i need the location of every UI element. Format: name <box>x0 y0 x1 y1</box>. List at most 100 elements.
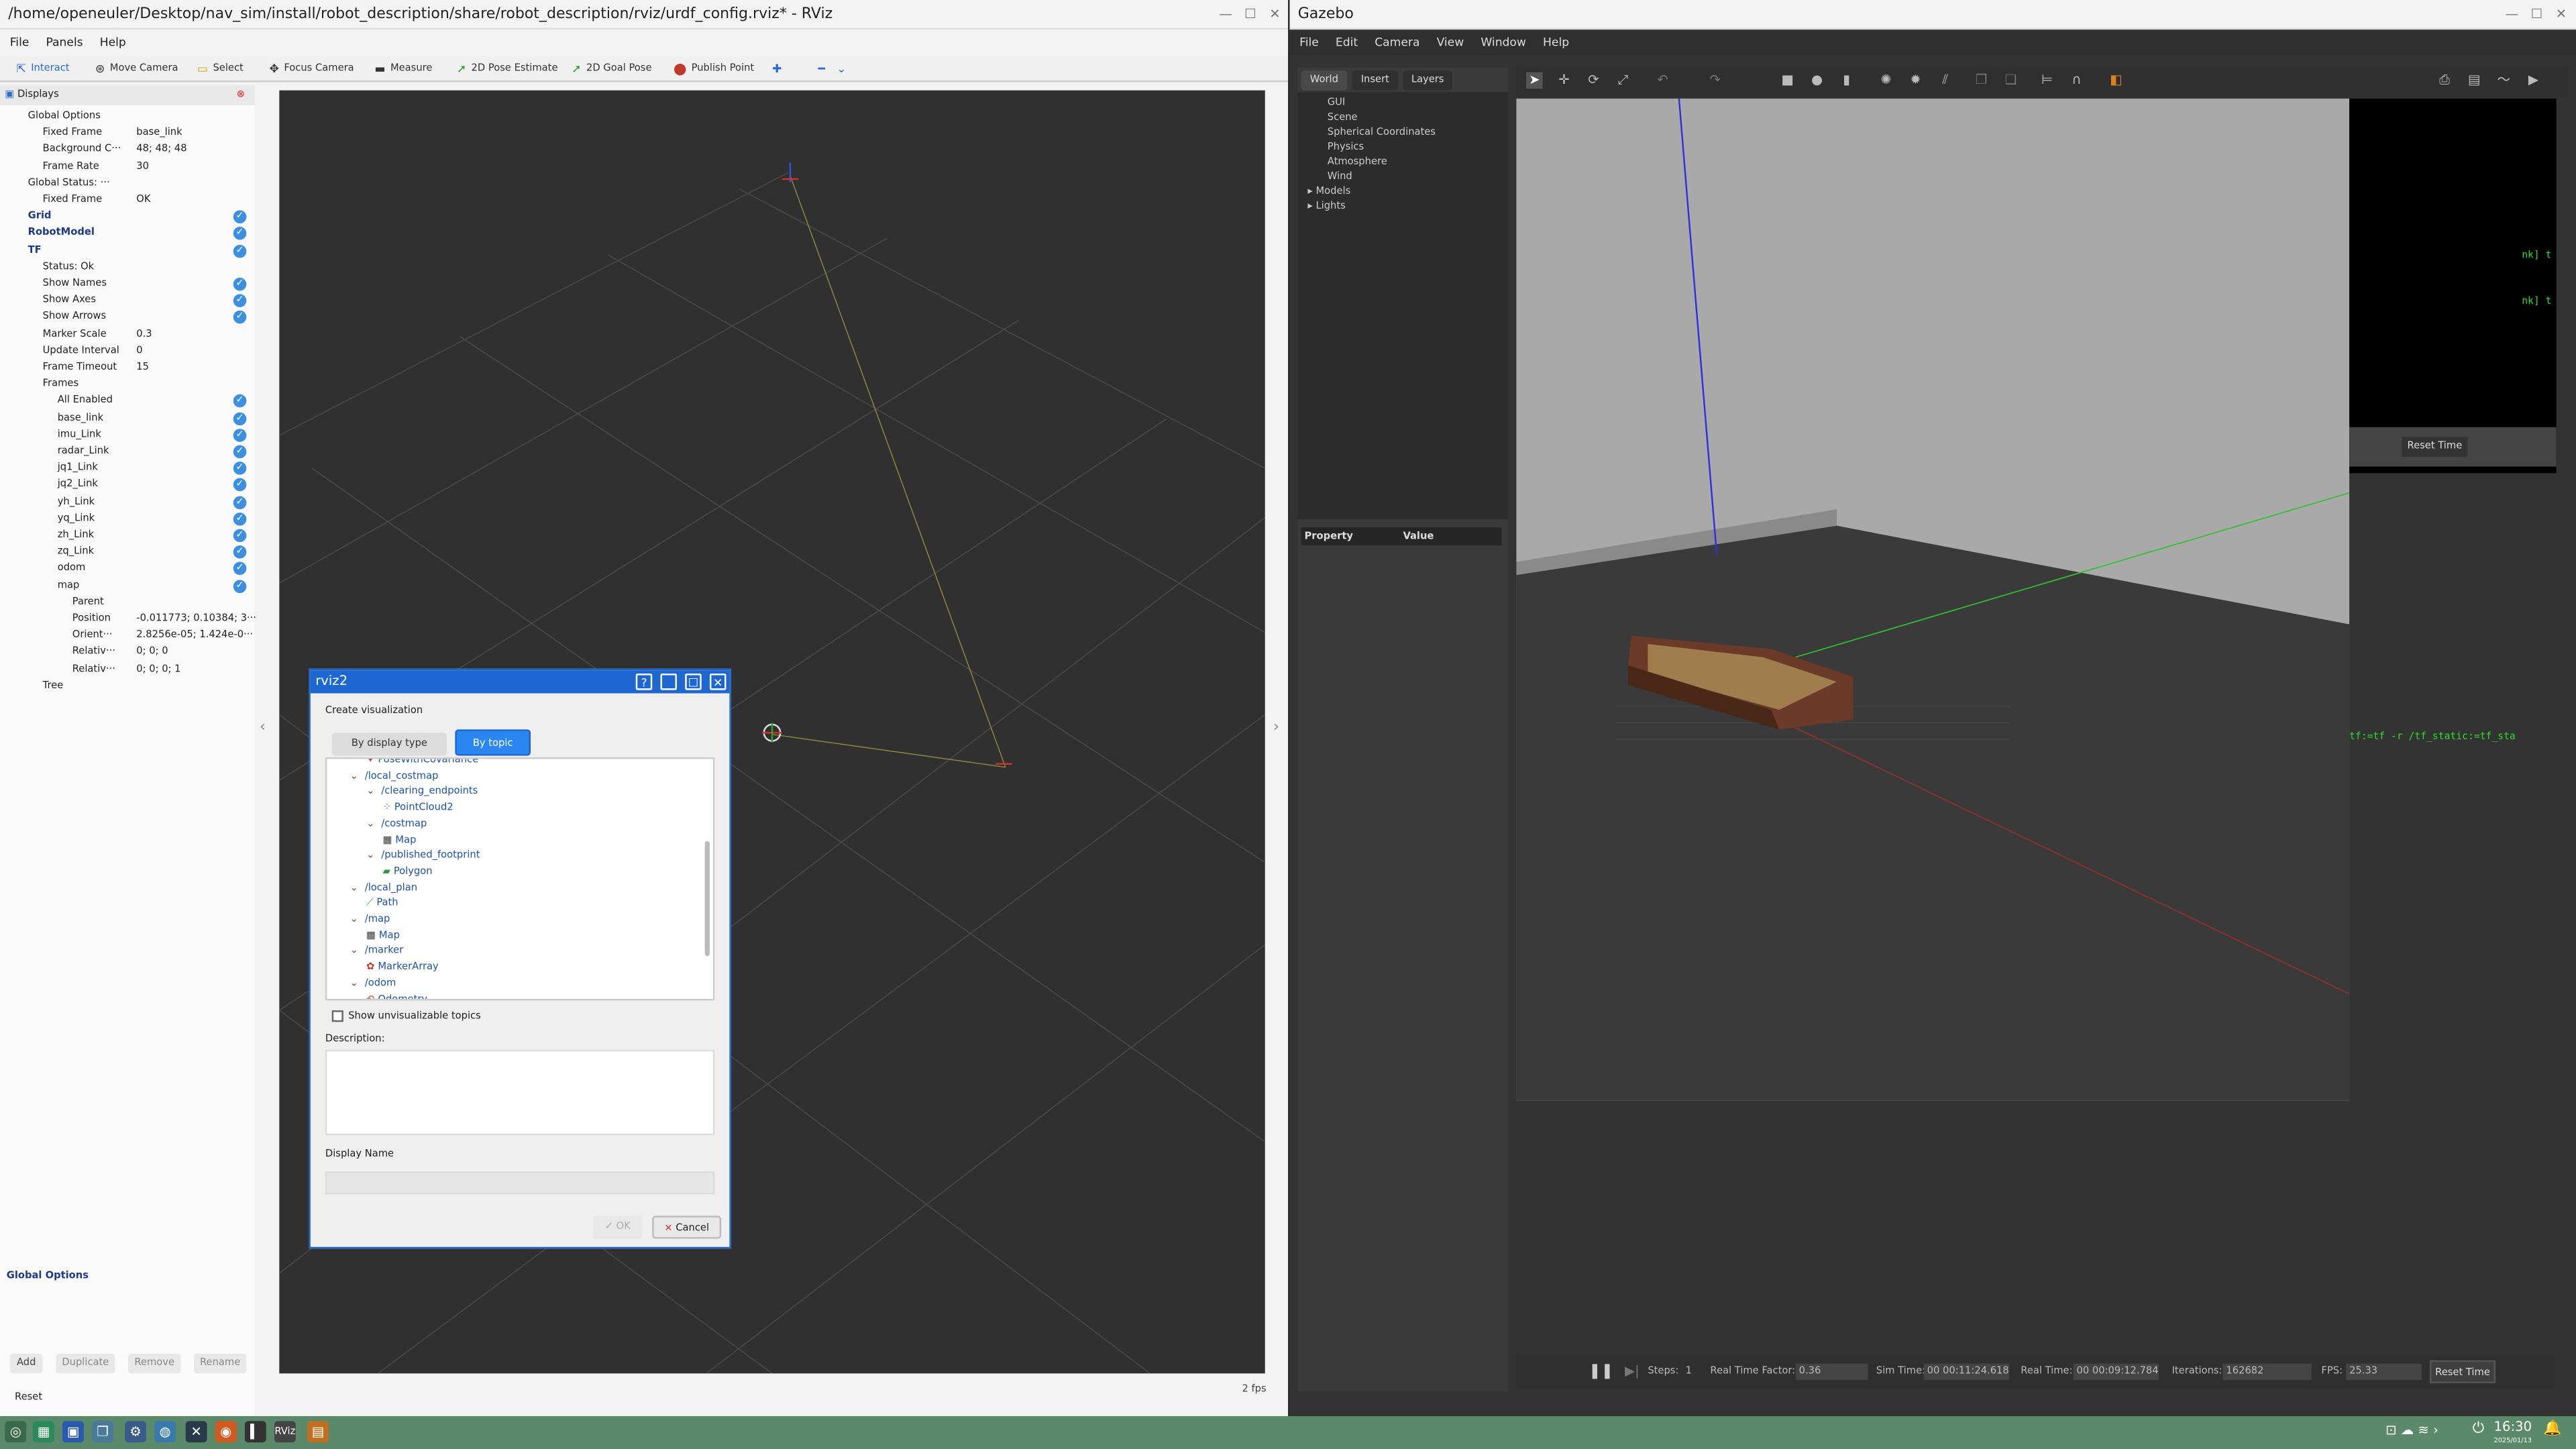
chevron-down-icon[interactable]: ⌄ <box>366 850 374 861</box>
pause-icon[interactable]: ❚❚ <box>1589 1355 1613 1388</box>
gz-tab-layers[interactable]: Layers <box>1403 70 1452 91</box>
property-row[interactable]: zh_Link ✓ <box>0 527 255 543</box>
gz-menu-file[interactable]: File <box>1299 32 1319 54</box>
property-row[interactable]: Global Status: ··· <box>0 176 255 192</box>
tool-select[interactable]: ▭ Select <box>197 56 244 82</box>
step-icon[interactable]: ▶| <box>1625 1355 1640 1388</box>
tool-focus-camera[interactable]: ✥ Focus Camera <box>270 56 354 82</box>
remove-button[interactable]: Remove <box>128 1353 181 1374</box>
documents-icon[interactable]: ❐ <box>92 1421 113 1443</box>
start-menu-icon[interactable]: ◎ <box>5 1421 27 1443</box>
terminal-reset-time[interactable]: Reset Time <box>2402 437 2468 457</box>
property-value[interactable]: -0.011773; 0.10384; 3··· <box>136 611 256 627</box>
property-row[interactable]: Frame Timeout 15 <box>0 360 255 376</box>
property-value[interactable]: 0; 0; 0; 1 <box>136 661 180 678</box>
gz-menu-help[interactable]: Help <box>1543 32 1569 54</box>
tool-interact[interactable]: ⇱ Interact <box>16 56 69 82</box>
collapse-right-icon[interactable]: › <box>1273 720 1279 736</box>
checkbox-checked-icon[interactable]: ✓ <box>233 294 247 308</box>
topic-tree-item[interactable]: ⟋ Path <box>366 896 398 912</box>
topic-tree-item[interactable]: ⌄ /costmap <box>366 816 427 833</box>
tool-move-camera[interactable]: ⊛ Move Camera <box>95 56 178 82</box>
checkbox-checked-icon[interactable]: ✓ <box>233 562 247 576</box>
duplicate-button[interactable]: Duplicate <box>56 1353 115 1374</box>
property-value[interactable]: base_link <box>136 125 182 142</box>
checkbox-checked-icon[interactable]: ✓ <box>233 210 247 224</box>
property-row[interactable]: zq_Link ✓ <box>0 544 255 560</box>
gazebo-minimize-icon[interactable]: — <box>2504 7 2520 23</box>
world-item-physics[interactable]: Physics <box>1328 142 1364 153</box>
tools-icon[interactable]: ✕ <box>185 1421 207 1443</box>
checkbox-checked-icon[interactable]: ✓ <box>233 529 247 543</box>
topic-tree[interactable]: ✦ PoseWithCovariance ⌄ /local_costmap ⌄ /clea… <box>325 757 715 1001</box>
topic-tree-item[interactable]: ⌄ /map <box>350 912 390 928</box>
minimize-icon[interactable]: — <box>1218 7 1234 23</box>
menu-file[interactable]: File <box>10 32 30 54</box>
checkbox-checked-icon[interactable]: ✓ <box>233 394 247 409</box>
chevron-down-icon[interactable]: ⌄ <box>366 786 374 798</box>
maximize-icon[interactable]: ☐ <box>1242 7 1258 23</box>
property-row[interactable]: jq2_Link ✓ <box>0 477 255 493</box>
world-item-gui[interactable]: GUI <box>1328 97 1345 108</box>
world-item-scene[interactable]: Scene <box>1328 112 1358 123</box>
checkbox-checked-icon[interactable]: ✓ <box>233 428 247 442</box>
tool-2d-goal-pose[interactable]: ➚ 2D Goal Pose <box>572 56 651 82</box>
gazebo-close-icon[interactable]: ✕ <box>2553 7 2569 23</box>
cylinder-shape-icon[interactable]: ▮ <box>1838 72 1854 89</box>
property-row[interactable]: odom ✓ <box>0 561 255 577</box>
checkbox-checked-icon[interactable]: ✓ <box>233 311 247 325</box>
world-item-spherical-coordinates[interactable]: Spherical Coordinates <box>1328 127 1436 138</box>
chevron-down-icon[interactable]: ⌄ <box>350 770 358 782</box>
redo-icon[interactable]: ↷ <box>1707 72 1723 89</box>
scale-icon[interactable]: ⤢ <box>1615 72 1631 89</box>
show-unvisualizable-checkbox[interactable]: Show unvisualizable topics <box>331 1009 481 1025</box>
tab-by-display-type[interactable]: By display type <box>331 733 447 756</box>
checkbox-checked-icon[interactable]: ✓ <box>233 579 247 593</box>
property-value[interactable]: 15 <box>136 360 149 376</box>
checkbox-checked-icon[interactable]: ✓ <box>233 478 247 492</box>
topic-tree-item[interactable]: ▰ Polygon <box>383 864 433 880</box>
terminal-app-icon[interactable]: ▣ <box>62 1421 84 1443</box>
tab-by-topic[interactable]: By topic <box>455 729 531 756</box>
topic-tree-item[interactable]: ⌄ /local_plan <box>350 880 417 896</box>
rviz-titlebar[interactable]: /home/openeuler/Desktop/nav_sim/install/… <box>0 0 1289 30</box>
property-row[interactable]: Frames <box>0 376 255 392</box>
tool-2d-pose-estimate[interactable]: ➚ 2D Pose Estimate <box>457 56 558 82</box>
property-row[interactable]: Update Interval 0 <box>0 343 255 359</box>
property-row[interactable]: yq_Link ✓ <box>0 511 255 527</box>
topic-tree-item[interactable]: ▦ Map <box>366 928 400 944</box>
box-shape-icon[interactable]: ■ <box>1779 72 1795 89</box>
property-value[interactable]: OK <box>136 193 150 209</box>
reset-button[interactable]: Reset <box>15 1390 42 1406</box>
screenshot-icon[interactable]: ⎙ <box>2436 72 2453 89</box>
property-row[interactable]: Grid ✓ <box>0 209 255 225</box>
close-icon[interactable]: ✕ <box>1267 7 1283 23</box>
property-row[interactable]: Status: Ok <box>0 259 255 275</box>
cancel-button[interactable]: × Cancel <box>652 1216 722 1239</box>
editor-icon[interactable]: ▍ <box>244 1421 266 1443</box>
select-mode-icon[interactable]: ➤ <box>1526 72 1543 89</box>
ok-button[interactable]: ✓ OK <box>593 1216 643 1239</box>
topic-tree-item[interactable]: ▦ Map <box>383 832 417 848</box>
translate-icon[interactable]: ✛ <box>1556 72 1572 89</box>
chevron-down-icon[interactable]: ⌄ <box>350 881 358 893</box>
dialog-maximize-icon[interactable]: ☐ <box>685 674 702 690</box>
property-row[interactable]: imu_Link ✓ <box>0 427 255 443</box>
checkbox-checked-icon[interactable]: ✓ <box>233 462 247 476</box>
plot-icon[interactable]: 〜 <box>2496 72 2512 89</box>
tool-measure[interactable]: ▬ Measure <box>374 56 432 82</box>
chevron-down-icon[interactable]: ⌄ <box>350 914 358 925</box>
property-row[interactable]: Relativ··· 0; 0; 0; 1 <box>0 661 255 678</box>
chevron-down-icon[interactable]: ⌄ <box>350 977 358 989</box>
property-row[interactable]: radar_Link ✓ <box>0 443 255 460</box>
checkbox-checked-icon[interactable]: ✓ <box>233 545 247 559</box>
checkbox-checked-icon[interactable]: ✓ <box>233 244 247 258</box>
world-item-atmosphere[interactable]: Atmosphere <box>1328 156 1387 168</box>
view-angle-icon[interactable]: ◧ <box>2108 72 2124 89</box>
checkbox-checked-icon[interactable]: ✓ <box>233 495 247 509</box>
property-row[interactable]: Relativ··· 0; 0; 0 <box>0 645 255 661</box>
topic-tree-item[interactable]: ⌄ /clearing_endpoints <box>366 784 478 800</box>
property-value[interactable]: 48; 48; 48 <box>136 142 186 158</box>
reset-time-button[interactable]: Reset Time <box>2430 1360 2496 1384</box>
tree-scrollbar[interactable] <box>704 841 710 957</box>
